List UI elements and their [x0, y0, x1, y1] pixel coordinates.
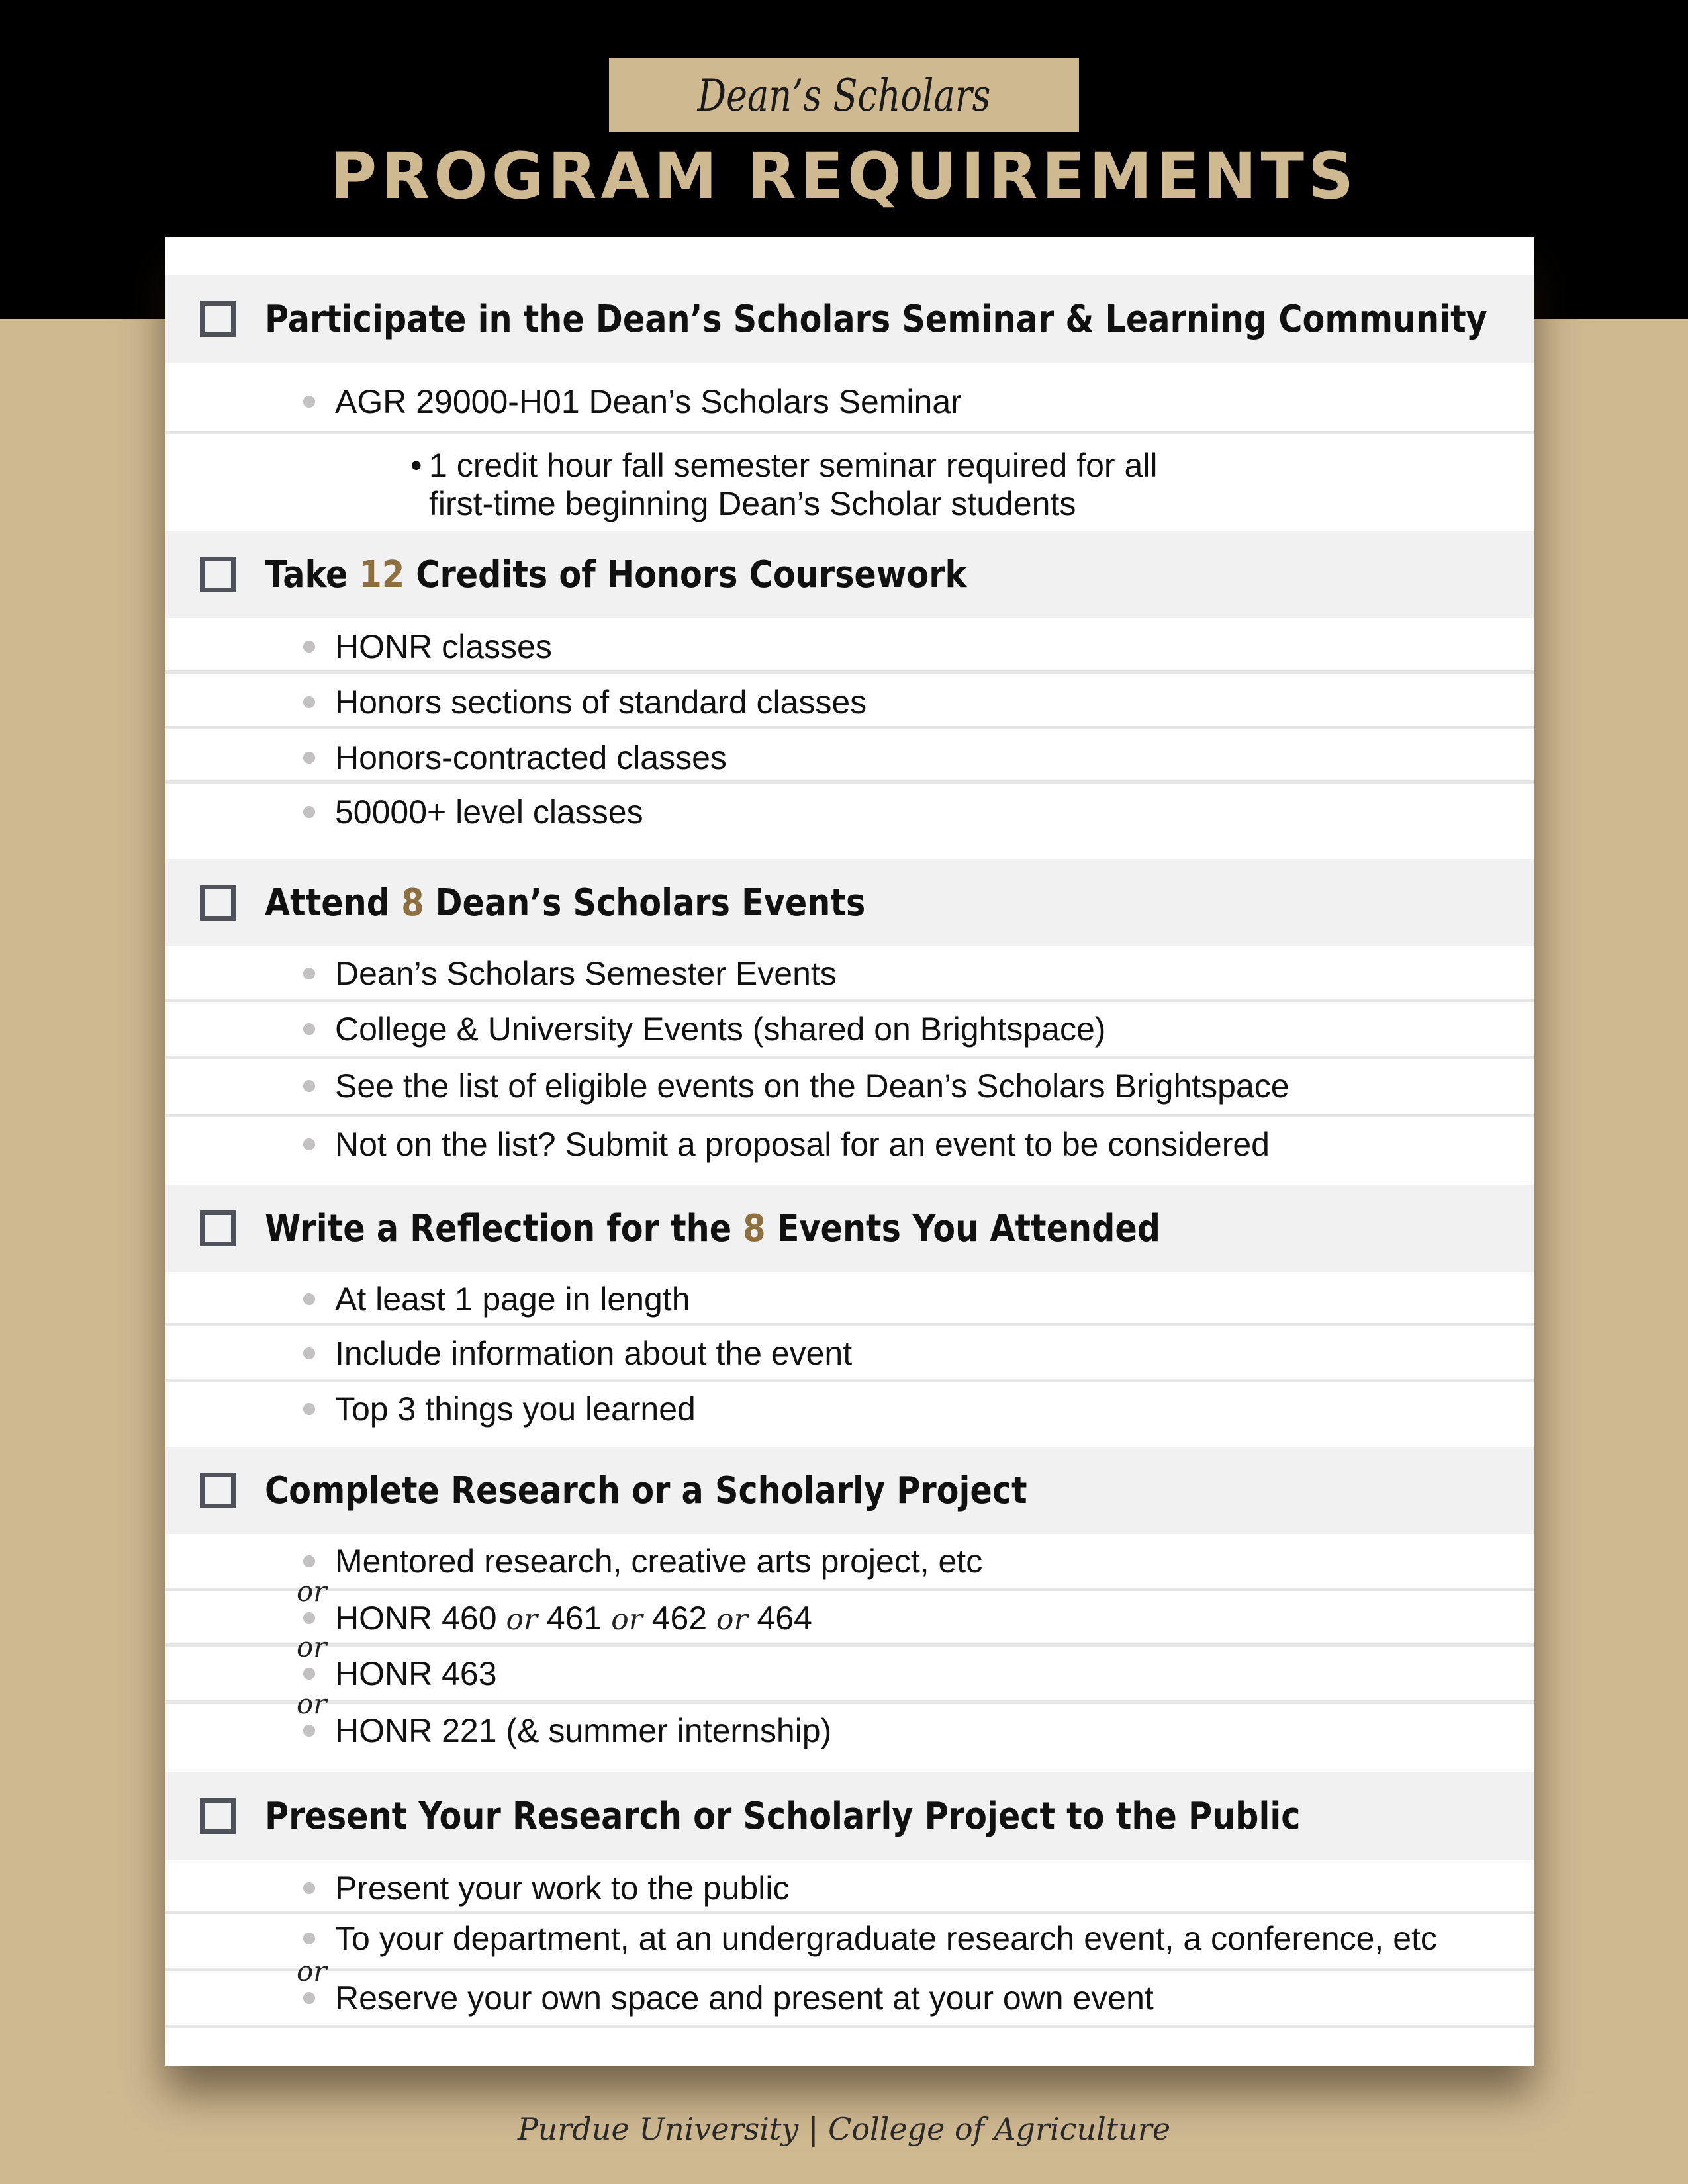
- list-row: See the list of eligible events on the D…: [165, 1059, 1534, 1117]
- list-item: HONR 463: [335, 1655, 497, 1692]
- badge-text: Dean’s Scholars: [697, 69, 991, 121]
- section-title: Attend 8 Dean’s Scholars Events: [265, 881, 866, 925]
- or-label: or: [297, 1575, 327, 1608]
- list-item: Not on the list? Submit a proposal for a…: [335, 1126, 1270, 1163]
- footer-credit: Purdue University | College of Agricultu…: [517, 2111, 1171, 2147]
- section-present: Present Your Research or Scholarly Proje…: [165, 1772, 1534, 1860]
- bullet-icon: [303, 1725, 315, 1737]
- list-row: HONR classes: [165, 618, 1534, 674]
- section-title: Complete Research or a Scholarly Project: [265, 1469, 1027, 1512]
- list-item: HONR 221 (& summer internship): [335, 1712, 832, 1749]
- section-events: Attend 8 Dean’s Scholars Events: [165, 859, 1534, 946]
- list-row: College & University Events (shared on B…: [165, 1002, 1534, 1059]
- bullet-icon: [303, 1293, 315, 1305]
- list-row: Honors-contracted classes: [165, 729, 1534, 784]
- list-row: Present your work to the public: [165, 1860, 1534, 1914]
- checkbox[interactable]: [200, 301, 236, 337]
- bullet-icon: [303, 1403, 315, 1415]
- section-research: Complete Research or a Scholarly Project: [165, 1447, 1534, 1534]
- section-title: Write a Reflection for the 8 Events You …: [265, 1206, 1161, 1250]
- bullet-icon: [303, 1612, 315, 1624]
- bullet-icon: [303, 1555, 315, 1567]
- list-row: AGR 29000-H01 Dean’s Scholars Seminar: [165, 363, 1534, 434]
- list-item: Dean’s Scholars Semester Events: [335, 955, 837, 992]
- list-row: Reserve your own space and present at yo…: [165, 1971, 1534, 2028]
- list-row: Mentored research, creative arts project…: [165, 1534, 1534, 1591]
- list-row: To your department, at an undergraduate …: [165, 1914, 1534, 1971]
- list-row: At least 1 page in length: [165, 1272, 1534, 1326]
- list-item: HONR 460 or 461 or 462 or 464: [335, 1600, 812, 1637]
- checkbox[interactable]: [200, 1210, 236, 1246]
- list-item: Honors-contracted classes: [335, 739, 727, 776]
- list-item: Top 3 things you learned: [335, 1390, 696, 1428]
- list-row: 50000+ level classes: [165, 784, 1534, 859]
- section-title: Take 12 Credits of Honors Coursework: [265, 553, 967, 596]
- list-item: HONR classes: [335, 628, 552, 665]
- or-label: or: [297, 1631, 327, 1663]
- page-title: PROGRAM REQUIREMENTS: [330, 139, 1358, 213]
- bullet-icon: [303, 1023, 315, 1035]
- or-label: or: [297, 1688, 327, 1720]
- bullet-icon: [303, 1347, 315, 1359]
- list-item: 50000+ level classes: [335, 794, 643, 831]
- section-seminar: Participate in the Dean’s Scholars Semin…: [165, 275, 1534, 363]
- list-row: Include information about the event: [165, 1326, 1534, 1382]
- list-row: Dean’s Scholars Semester Events: [165, 946, 1534, 1002]
- bullet-icon: [303, 1080, 315, 1092]
- bullet-icon: [303, 1882, 315, 1894]
- list-row: Honors sections of standard classes: [165, 674, 1534, 729]
- checkbox[interactable]: [200, 885, 236, 921]
- bullet-icon: [303, 396, 315, 408]
- bullet-icon: [303, 752, 315, 764]
- program-badge: Dean’s Scholars: [609, 58, 1079, 132]
- bullet-icon: [303, 1668, 315, 1680]
- or-label: or: [297, 1955, 327, 1987]
- list-item: To your department, at an undergraduate …: [335, 1920, 1437, 1957]
- section-title: Participate in the Dean’s Scholars Semin…: [265, 297, 1487, 341]
- list-item: College & University Events (shared on B…: [335, 1011, 1106, 1048]
- bullet-icon: [303, 1933, 315, 1944]
- list-row: Top 3 things you learned: [165, 1382, 1534, 1447]
- section-reflection: Write a Reflection for the 8 Events You …: [165, 1185, 1534, 1272]
- section-title: Present Your Research or Scholarly Proje…: [265, 1794, 1301, 1838]
- list-row: HONR 460 or 461 or 462 or 464: [165, 1591, 1534, 1647]
- list-item: Present your work to the public: [335, 1870, 790, 1907]
- list-item: Mentored research, creative arts project…: [335, 1543, 983, 1580]
- sub-item: • 1 credit hour fall semester seminar req…: [410, 447, 1158, 522]
- list-row: Not on the list? Submit a proposal for a…: [165, 1117, 1534, 1185]
- bullet-icon: [303, 968, 315, 979]
- list-row: • 1 credit hour fall semester seminar req…: [165, 434, 1534, 531]
- checkbox[interactable]: [200, 1473, 236, 1508]
- bullet-icon: [303, 641, 315, 653]
- list-item: AGR 29000-H01 Dean’s Scholars Seminar: [335, 383, 962, 420]
- checkbox[interactable]: [200, 1798, 236, 1834]
- list-row: HONR 463: [165, 1647, 1534, 1704]
- bullet-icon: [303, 1138, 315, 1150]
- list-item: Include information about the event: [335, 1335, 853, 1372]
- bullet-icon: [303, 1992, 315, 2004]
- list-item: See the list of eligible events on the D…: [335, 1068, 1289, 1105]
- list-item: Reserve your own space and present at yo…: [335, 1979, 1154, 2017]
- list-item: Honors sections of standard classes: [335, 684, 867, 721]
- section-honors-credits: Take 12 Credits of Honors Coursework: [165, 531, 1534, 618]
- bullet-icon: [303, 806, 315, 818]
- checkbox[interactable]: [200, 557, 236, 592]
- list-row: HONR 221 (& summer internship): [165, 1704, 1534, 1772]
- list-item: At least 1 page in length: [335, 1281, 690, 1318]
- requirements-card: Participate in the Dean’s Scholars Semin…: [165, 237, 1534, 2066]
- bullet-icon: [303, 696, 315, 708]
